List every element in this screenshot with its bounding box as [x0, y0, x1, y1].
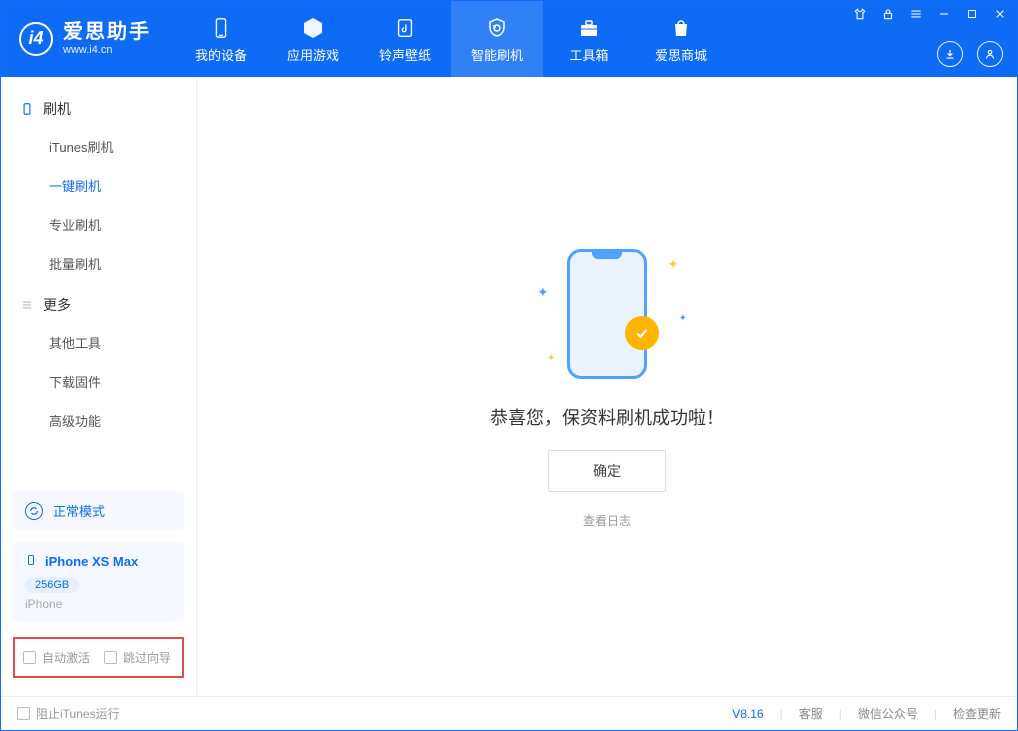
sidebar-item-oneclick-flash[interactable]: 一键刷机	[1, 166, 196, 205]
tab-toolbox[interactable]: 工具箱	[543, 1, 635, 77]
app-logo-icon: i4	[19, 22, 53, 56]
checkbox-icon	[17, 707, 30, 720]
device-type: iPhone	[25, 597, 172, 611]
checkbox-skip-wizard[interactable]: 跳过向导	[104, 649, 171, 666]
window-controls-top	[853, 7, 1007, 21]
sidebar-item-other-tools[interactable]: 其他工具	[1, 323, 196, 362]
user-button[interactable]	[977, 41, 1003, 67]
sidebar: 刷机 iTunes刷机 一键刷机 专业刷机 批量刷机 更多 其他工具 下载固件 …	[1, 77, 197, 696]
phone-small-icon	[25, 552, 37, 571]
sidebar-head-flash: 刷机	[1, 91, 196, 127]
download-button[interactable]	[937, 41, 963, 67]
support-link[interactable]: 客服	[799, 705, 823, 722]
ok-button[interactable]: 确定	[548, 450, 666, 492]
sidebar-item-pro-flash[interactable]: 专业刷机	[1, 205, 196, 244]
sidebar-group-flash: 刷机 iTunes刷机 一键刷机 专业刷机 批量刷机	[1, 91, 196, 287]
music-file-icon	[392, 15, 418, 41]
tab-my-device[interactable]: 我的设备	[175, 1, 267, 77]
tab-apps-games[interactable]: 应用游戏	[267, 1, 359, 77]
main-tabs: 我的设备 应用游戏 铃声壁纸 智能刷机 工具箱 爱思商城	[175, 1, 727, 77]
tab-label: 应用游戏	[287, 45, 339, 64]
sidebar-item-advanced[interactable]: 高级功能	[1, 401, 196, 440]
toolbox-icon	[576, 15, 602, 41]
tshirt-icon[interactable]	[853, 7, 867, 21]
statusbar-right: V8.16 | 客服 | 微信公众号 | 检查更新	[732, 705, 1001, 722]
main-panel: ✦ ✦ ✦ ✦ 恭喜您，保资料刷机成功啦！ 确定 查看日志	[197, 77, 1017, 696]
logo-block: i4 爱思助手 www.i4.cn	[1, 21, 169, 57]
lock-icon[interactable]	[881, 7, 895, 21]
divider: |	[934, 707, 937, 721]
sidebar-group-title: 更多	[43, 295, 71, 315]
menu-icon[interactable]	[909, 7, 923, 21]
sidebar-head-more: 更多	[1, 287, 196, 323]
checkbox-label: 阻止iTunes运行	[36, 705, 120, 722]
maximize-icon[interactable]	[965, 7, 979, 21]
check-update-link[interactable]: 检查更新	[953, 705, 1001, 722]
cube-icon	[300, 15, 326, 41]
sidebar-spacer	[1, 444, 196, 485]
phone-notch	[592, 251, 622, 259]
version-label: V8.16	[732, 707, 763, 721]
checkbox-label: 跳过向导	[123, 649, 171, 666]
tab-label: 我的设备	[195, 45, 247, 64]
content-area: 刷机 iTunes刷机 一键刷机 专业刷机 批量刷机 更多 其他工具 下载固件 …	[1, 77, 1017, 696]
mode-label: 正常模式	[53, 501, 105, 520]
device-name: iPhone XS Max	[45, 554, 138, 569]
titlebar: i4 爱思助手 www.i4.cn 我的设备 应用游戏 铃声壁纸 智能刷机	[1, 1, 1017, 77]
sidebar-checks-highlighted: 自动激活 跳过向导	[13, 637, 184, 678]
sidebar-item-itunes-flash[interactable]: iTunes刷机	[1, 127, 196, 166]
logo-text: 爱思助手 www.i4.cn	[63, 21, 151, 57]
phone-illustration-icon	[567, 249, 647, 379]
checkbox-icon	[23, 651, 36, 664]
sparkle-icon: ✦	[547, 353, 555, 364]
app-window: i4 爱思助手 www.i4.cn 我的设备 应用游戏 铃声壁纸 智能刷机	[0, 0, 1018, 731]
checkbox-auto-activate[interactable]: 自动激活	[23, 649, 90, 666]
phone-icon	[208, 15, 234, 41]
device-storage-badge: 256GB	[25, 577, 79, 593]
device-small-icon	[19, 101, 35, 117]
checkbox-block-itunes[interactable]: 阻止iTunes运行	[17, 705, 120, 722]
sync-icon	[25, 502, 43, 520]
success-check-icon	[625, 316, 659, 350]
device-line: iPhone XS Max	[25, 552, 172, 571]
success-illustration: ✦ ✦ ✦ ✦	[527, 244, 687, 384]
header-action-buttons	[937, 41, 1003, 67]
sidebar-item-download-firmware[interactable]: 下载固件	[1, 362, 196, 401]
close-icon[interactable]	[993, 7, 1007, 21]
success-message: 恭喜您，保资料刷机成功啦！	[490, 404, 724, 430]
device-mode-card[interactable]: 正常模式	[13, 491, 184, 530]
tab-label: 铃声壁纸	[379, 45, 431, 64]
sparkle-icon: ✦	[679, 313, 687, 324]
tab-smart-flash[interactable]: 智能刷机	[451, 1, 543, 77]
device-info-card[interactable]: iPhone XS Max 256GB iPhone	[13, 542, 184, 621]
sparkle-icon: ✦	[667, 256, 679, 273]
sidebar-item-batch-flash[interactable]: 批量刷机	[1, 244, 196, 283]
sidebar-group-more: 更多 其他工具 下载固件 高级功能	[1, 287, 196, 444]
tab-ringtone-wallpaper[interactable]: 铃声壁纸	[359, 1, 451, 77]
tab-label: 爱思商城	[655, 45, 707, 64]
tab-label: 工具箱	[569, 45, 608, 64]
minimize-icon[interactable]	[937, 7, 951, 21]
checkbox-label: 自动激活	[42, 649, 90, 666]
sidebar-group-title: 刷机	[43, 99, 71, 119]
refresh-shield-icon	[484, 15, 510, 41]
divider: |	[839, 707, 842, 721]
app-subtitle: www.i4.cn	[63, 44, 151, 57]
statusbar: 阻止iTunes运行 V8.16 | 客服 | 微信公众号 | 检查更新	[1, 696, 1017, 730]
sparkle-icon: ✦	[537, 284, 549, 301]
tab-store[interactable]: 爱思商城	[635, 1, 727, 77]
list-icon	[19, 297, 35, 313]
tab-label: 智能刷机	[471, 45, 523, 64]
checkbox-icon	[104, 651, 117, 664]
view-log-link[interactable]: 查看日志	[583, 512, 631, 529]
divider: |	[780, 707, 783, 721]
wechat-link[interactable]: 微信公众号	[858, 705, 918, 722]
shopping-bag-icon	[668, 15, 694, 41]
app-title: 爱思助手	[63, 21, 151, 44]
